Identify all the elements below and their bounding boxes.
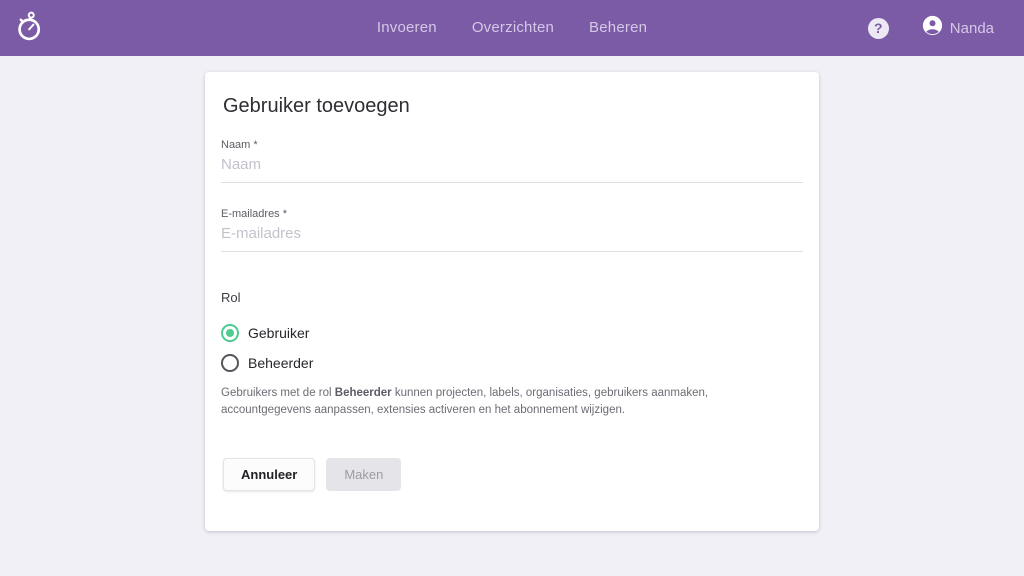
nav-item-beheren[interactable]: Beheren <box>589 0 647 56</box>
account-circle-icon <box>922 15 943 41</box>
radio-unselected-icon[interactable] <box>221 354 239 372</box>
radio-label: Gebruiker <box>248 325 309 341</box>
create-button[interactable]: Maken <box>326 458 401 491</box>
radio-selected-icon[interactable] <box>221 324 239 342</box>
radio-option-gebruiker[interactable]: Gebruiker <box>221 324 803 342</box>
app-header: Invoeren Overzichten Beheren ? Nanda <box>0 0 1024 56</box>
name-field-group: Naam * <box>221 139 803 183</box>
role-section: Rol Gebruiker Beheerder Gebruikers met d… <box>221 290 803 418</box>
name-input[interactable] <box>221 152 803 183</box>
cancel-button[interactable]: Annuleer <box>223 458 315 491</box>
main-nav: Invoeren Overzichten Beheren <box>377 0 647 56</box>
app-logo[interactable] <box>13 10 47 46</box>
add-user-card: Gebruiker toevoegen Naam * E-mailadres *… <box>205 72 819 531</box>
role-label: Rol <box>221 290 803 305</box>
email-field-label: E-mailadres * <box>221 208 803 220</box>
radio-label: Beheerder <box>248 355 313 371</box>
help-icon[interactable]: ? <box>868 18 889 39</box>
role-help-text: Gebruikers met de rol Beheerder kunnen p… <box>221 385 801 418</box>
nav-item-invoeren[interactable]: Invoeren <box>377 0 437 56</box>
email-field-group: E-mailadres * <box>221 208 803 252</box>
nav-item-overzichten[interactable]: Overzichten <box>472 0 554 56</box>
user-menu[interactable]: Nanda <box>922 15 994 41</box>
button-row: Annuleer Maken <box>221 458 803 491</box>
radio-option-beheerder[interactable]: Beheerder <box>221 354 803 372</box>
name-field-label: Naam * <box>221 139 803 151</box>
page-title: Gebruiker toevoegen <box>221 95 803 118</box>
user-name: Nanda <box>950 20 994 37</box>
header-right: ? Nanda <box>868 15 994 41</box>
stopwatch-icon <box>15 10 45 47</box>
email-input[interactable] <box>221 221 803 252</box>
